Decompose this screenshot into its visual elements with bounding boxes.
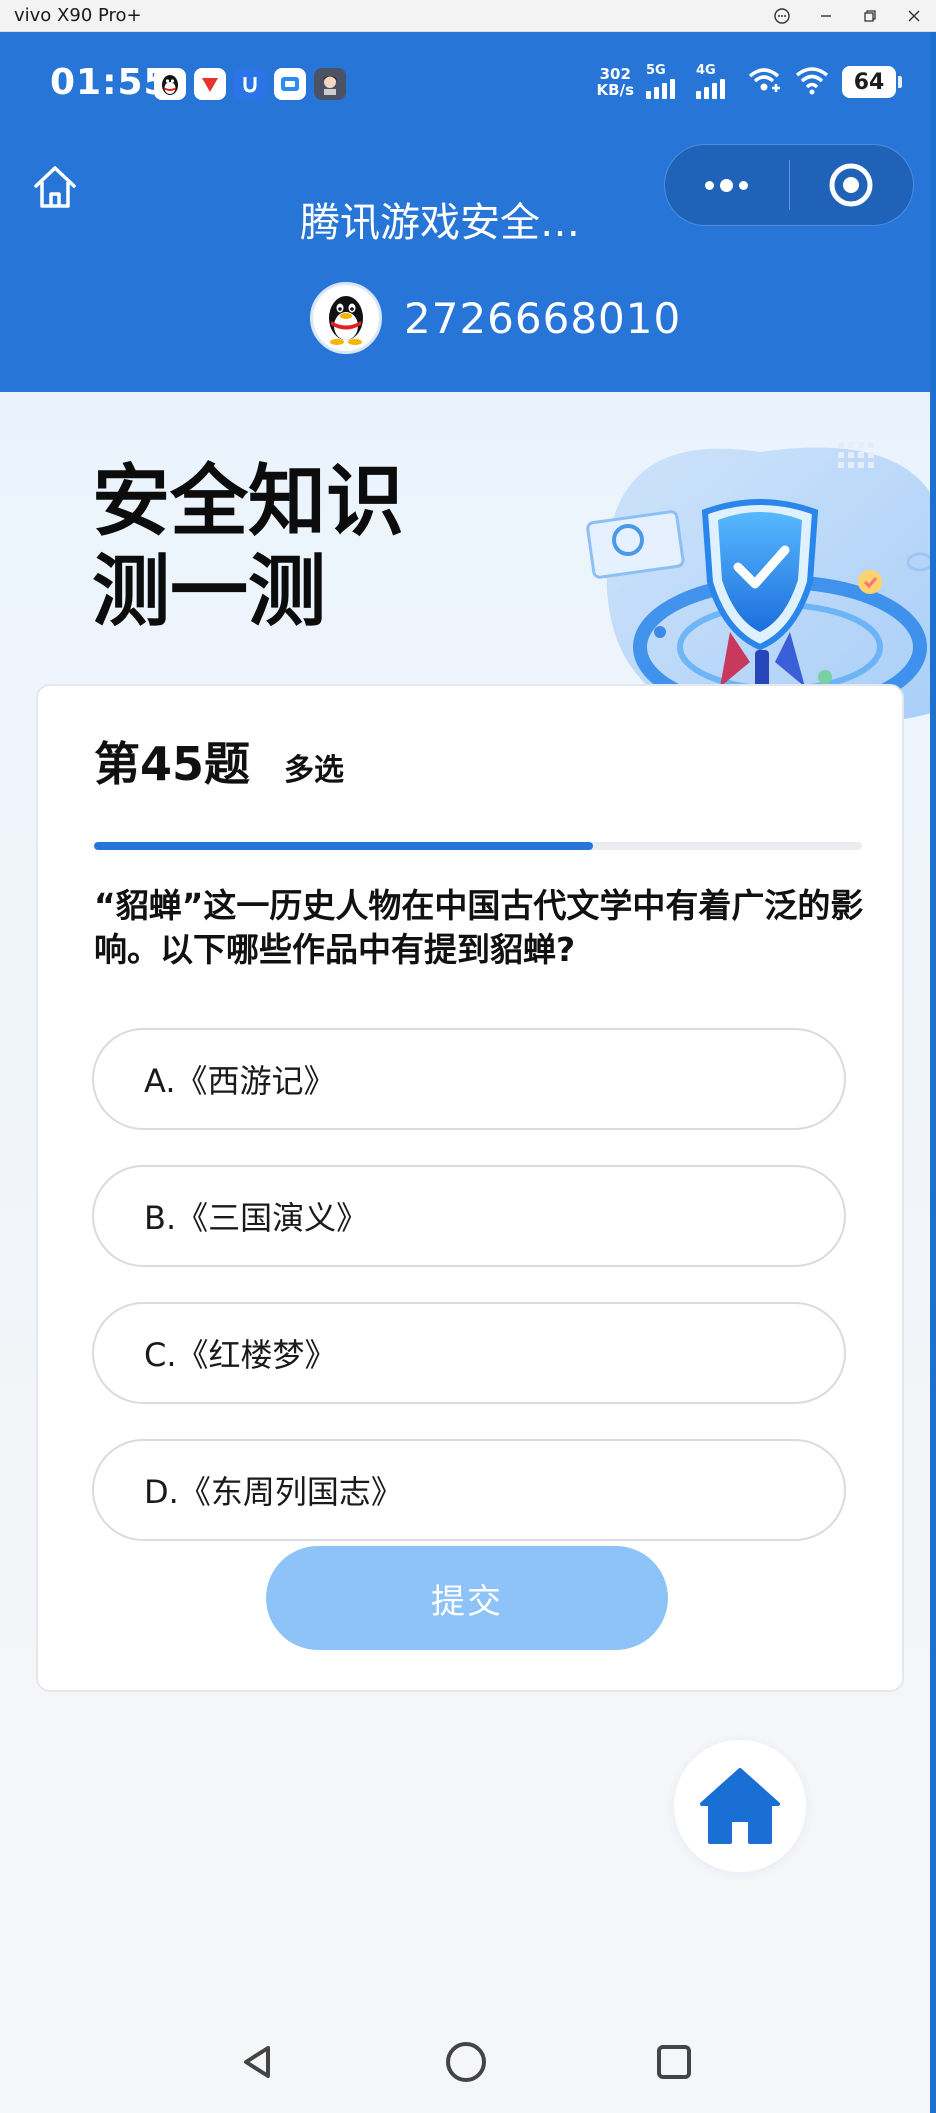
option-b-label: B.《三国演义》 <box>144 1199 369 1237</box>
back-icon[interactable] <box>228 2032 288 2092</box>
question-text: “貂蝉”这一历史人物在中国古代文学中有着广泛的影响。以下哪些作品中有提到貂蝉? <box>94 886 864 969</box>
signal-5g-icon: 5G <box>646 63 684 99</box>
window-edge <box>930 32 936 2113</box>
quiz-card: 第45题 多选 “貂蝉”这一历史人物在中国古代文学中有着广泛的影响。以下哪些作品… <box>36 684 904 1692</box>
account-info: 2726668010 <box>310 282 681 354</box>
home-float-button[interactable] <box>674 1740 806 1872</box>
minimize-icon[interactable] <box>804 0 848 32</box>
avatar-app-icon <box>314 68 346 100</box>
option-a[interactable]: A.《西游记》 <box>92 1028 846 1130</box>
signal-4g-label: 4G <box>696 63 716 78</box>
battery-indicator: 64 <box>842 66 902 98</box>
account-qq-number: 2726668010 <box>404 293 682 343</box>
network-speed-unit: KB/s <box>596 81 634 99</box>
network-speed-value: 302 <box>599 65 631 83</box>
hero-title-line2: 测一测 <box>92 547 327 637</box>
option-d[interactable]: D.《东周列国志》 <box>92 1439 846 1541</box>
page-title: 腾讯游戏安全… <box>300 200 580 246</box>
app-header: 01:55 302 KB/s 5G 4G 64 腾讯游戏安全… 27266680… <box>0 32 936 392</box>
quiz-progress-bar <box>94 842 862 850</box>
hero-title-line1: 安全知识 <box>92 457 405 547</box>
option-a-label: A.《西游记》 <box>144 1062 336 1100</box>
qq-penguin-icon <box>310 282 382 354</box>
network-speed: 302 KB/s <box>597 66 634 98</box>
miniprogram-capsule <box>664 144 914 226</box>
notification-app-icon <box>234 68 266 100</box>
tencent-video-icon <box>194 68 226 100</box>
signal-4g-icon: 4G <box>696 63 734 99</box>
more-dots-icon[interactable] <box>665 144 789 226</box>
option-b[interactable]: B.《三国演义》 <box>92 1165 846 1267</box>
phone-screen: 01:55 302 KB/s 5G 4G 64 腾讯游戏安全… 27266680… <box>0 32 936 2113</box>
hotspot-wifi-icon <box>746 64 782 100</box>
status-indicators: 302 KB/s 5G 4G 64 <box>597 63 902 100</box>
submit-button[interactable]: 提交 <box>266 1546 668 1650</box>
option-c-label: C.《红楼梦》 <box>144 1336 337 1374</box>
target-close-icon[interactable] <box>789 144 913 226</box>
feedback-icon[interactable] <box>760 0 804 32</box>
close-icon[interactable] <box>892 0 936 32</box>
hero-title: 安全知识 测一测 <box>92 457 404 637</box>
window-title-bar: vivo X90 Pro+ <box>0 0 936 32</box>
question-header: 第45题 多选 <box>94 728 344 794</box>
question-number: 第45题 <box>94 737 251 791</box>
option-c[interactable]: C.《红楼梦》 <box>92 1302 846 1404</box>
restore-icon[interactable] <box>848 0 892 32</box>
signal-5g-label: 5G <box>646 63 666 78</box>
option-d-label: D.《东周列国志》 <box>144 1473 403 1511</box>
home-outline-icon[interactable] <box>30 162 80 212</box>
question-type: 多选 <box>284 753 345 788</box>
home-circle-icon[interactable] <box>436 2032 496 2092</box>
wifi-icon <box>794 64 830 100</box>
home-filled-icon <box>700 1768 780 1844</box>
window-title: vivo X90 Pro+ <box>14 5 142 26</box>
app-store-icon <box>274 68 306 100</box>
system-navigation-bar <box>0 2022 936 2102</box>
qq-icon <box>154 68 186 100</box>
status-bar: 01:55 302 KB/s 5G 4G 64 <box>0 32 936 142</box>
answer-options: A.《西游记》 B.《三国演义》 C.《红楼梦》 D.《东周列国志》 <box>92 1028 846 1576</box>
quiz-progress-fill <box>94 842 594 850</box>
status-app-icons <box>154 68 346 100</box>
status-time: 01:55 <box>50 62 170 103</box>
recents-icon[interactable] <box>644 2032 704 2092</box>
